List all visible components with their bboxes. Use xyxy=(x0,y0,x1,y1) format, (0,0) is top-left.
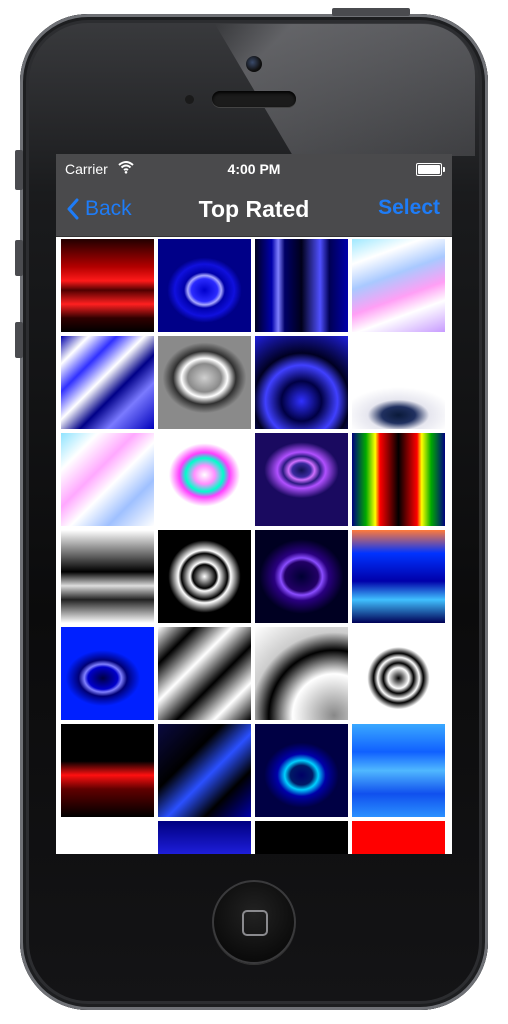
thumbnail-red-black-swirl[interactable] xyxy=(352,821,445,854)
mute-switch xyxy=(15,150,23,190)
thumbnail-bw-rings[interactable] xyxy=(158,530,251,623)
home-square-icon xyxy=(242,910,268,936)
front-camera xyxy=(246,56,262,72)
thumbnail-pastel-waves[interactable] xyxy=(352,239,445,332)
clock: 4:00 PM xyxy=(227,161,281,177)
thumbnail-red-wave[interactable] xyxy=(61,239,154,332)
volume-up-button xyxy=(15,240,23,276)
thumbnail-gray-blob[interactable] xyxy=(158,336,251,429)
thumbnail-gray-tire[interactable] xyxy=(255,627,348,720)
sleep-button xyxy=(332,8,410,16)
volume-down-button xyxy=(15,322,23,358)
thumbnail-bw-blobs[interactable] xyxy=(158,627,251,720)
thumbnail-black-red-fringe[interactable] xyxy=(61,724,154,817)
thumbnail-black-white-dome[interactable] xyxy=(255,821,348,854)
battery-icon xyxy=(416,163,445,176)
thumbnail-white-knot[interactable] xyxy=(352,627,445,720)
thumbnail-blue-orange-drip[interactable] xyxy=(352,530,445,623)
navigation-bar: Back Top Rated Select xyxy=(56,184,452,237)
thumbnail-blue-whirl[interactable] xyxy=(61,627,154,720)
thumbnail-blue-lines[interactable] xyxy=(352,724,445,817)
thumbnail-purple-ovals[interactable] xyxy=(255,433,348,526)
thumbnail-white-navy-blob[interactable] xyxy=(352,336,445,429)
thumbnail-blue-cap[interactable] xyxy=(158,821,251,854)
thumbnail-rainbow-arches[interactable] xyxy=(352,433,445,526)
status-bar: Carrier 4:00 PM xyxy=(56,154,452,184)
thumbnail-neon-oval[interactable] xyxy=(158,433,251,526)
thumbnail-cyan-oval[interactable] xyxy=(255,724,348,817)
proximity-sensor xyxy=(185,95,194,104)
thumbnail-blue-vertical-bands[interactable] xyxy=(255,239,348,332)
thumbnail-blue-dark-drops[interactable] xyxy=(255,336,348,429)
home-button[interactable] xyxy=(212,880,296,964)
earpiece-speaker xyxy=(212,91,296,107)
thumbnail-bw-layers[interactable] xyxy=(61,530,154,623)
screen: Carrier 4:00 PM Back Top Rated Select xyxy=(56,154,452,854)
thumbnail-blue-oval[interactable] xyxy=(158,239,251,332)
thumbnail-bw-swirl[interactable] xyxy=(61,821,154,854)
thumbnail-blue-white-swirl[interactable] xyxy=(61,336,154,429)
thumbnail-violet-ring[interactable] xyxy=(255,530,348,623)
thumbnail-pastel-ripples[interactable] xyxy=(61,433,154,526)
select-button[interactable]: Select xyxy=(378,196,440,220)
thumbnail-blue-black-blob[interactable] xyxy=(158,724,251,817)
